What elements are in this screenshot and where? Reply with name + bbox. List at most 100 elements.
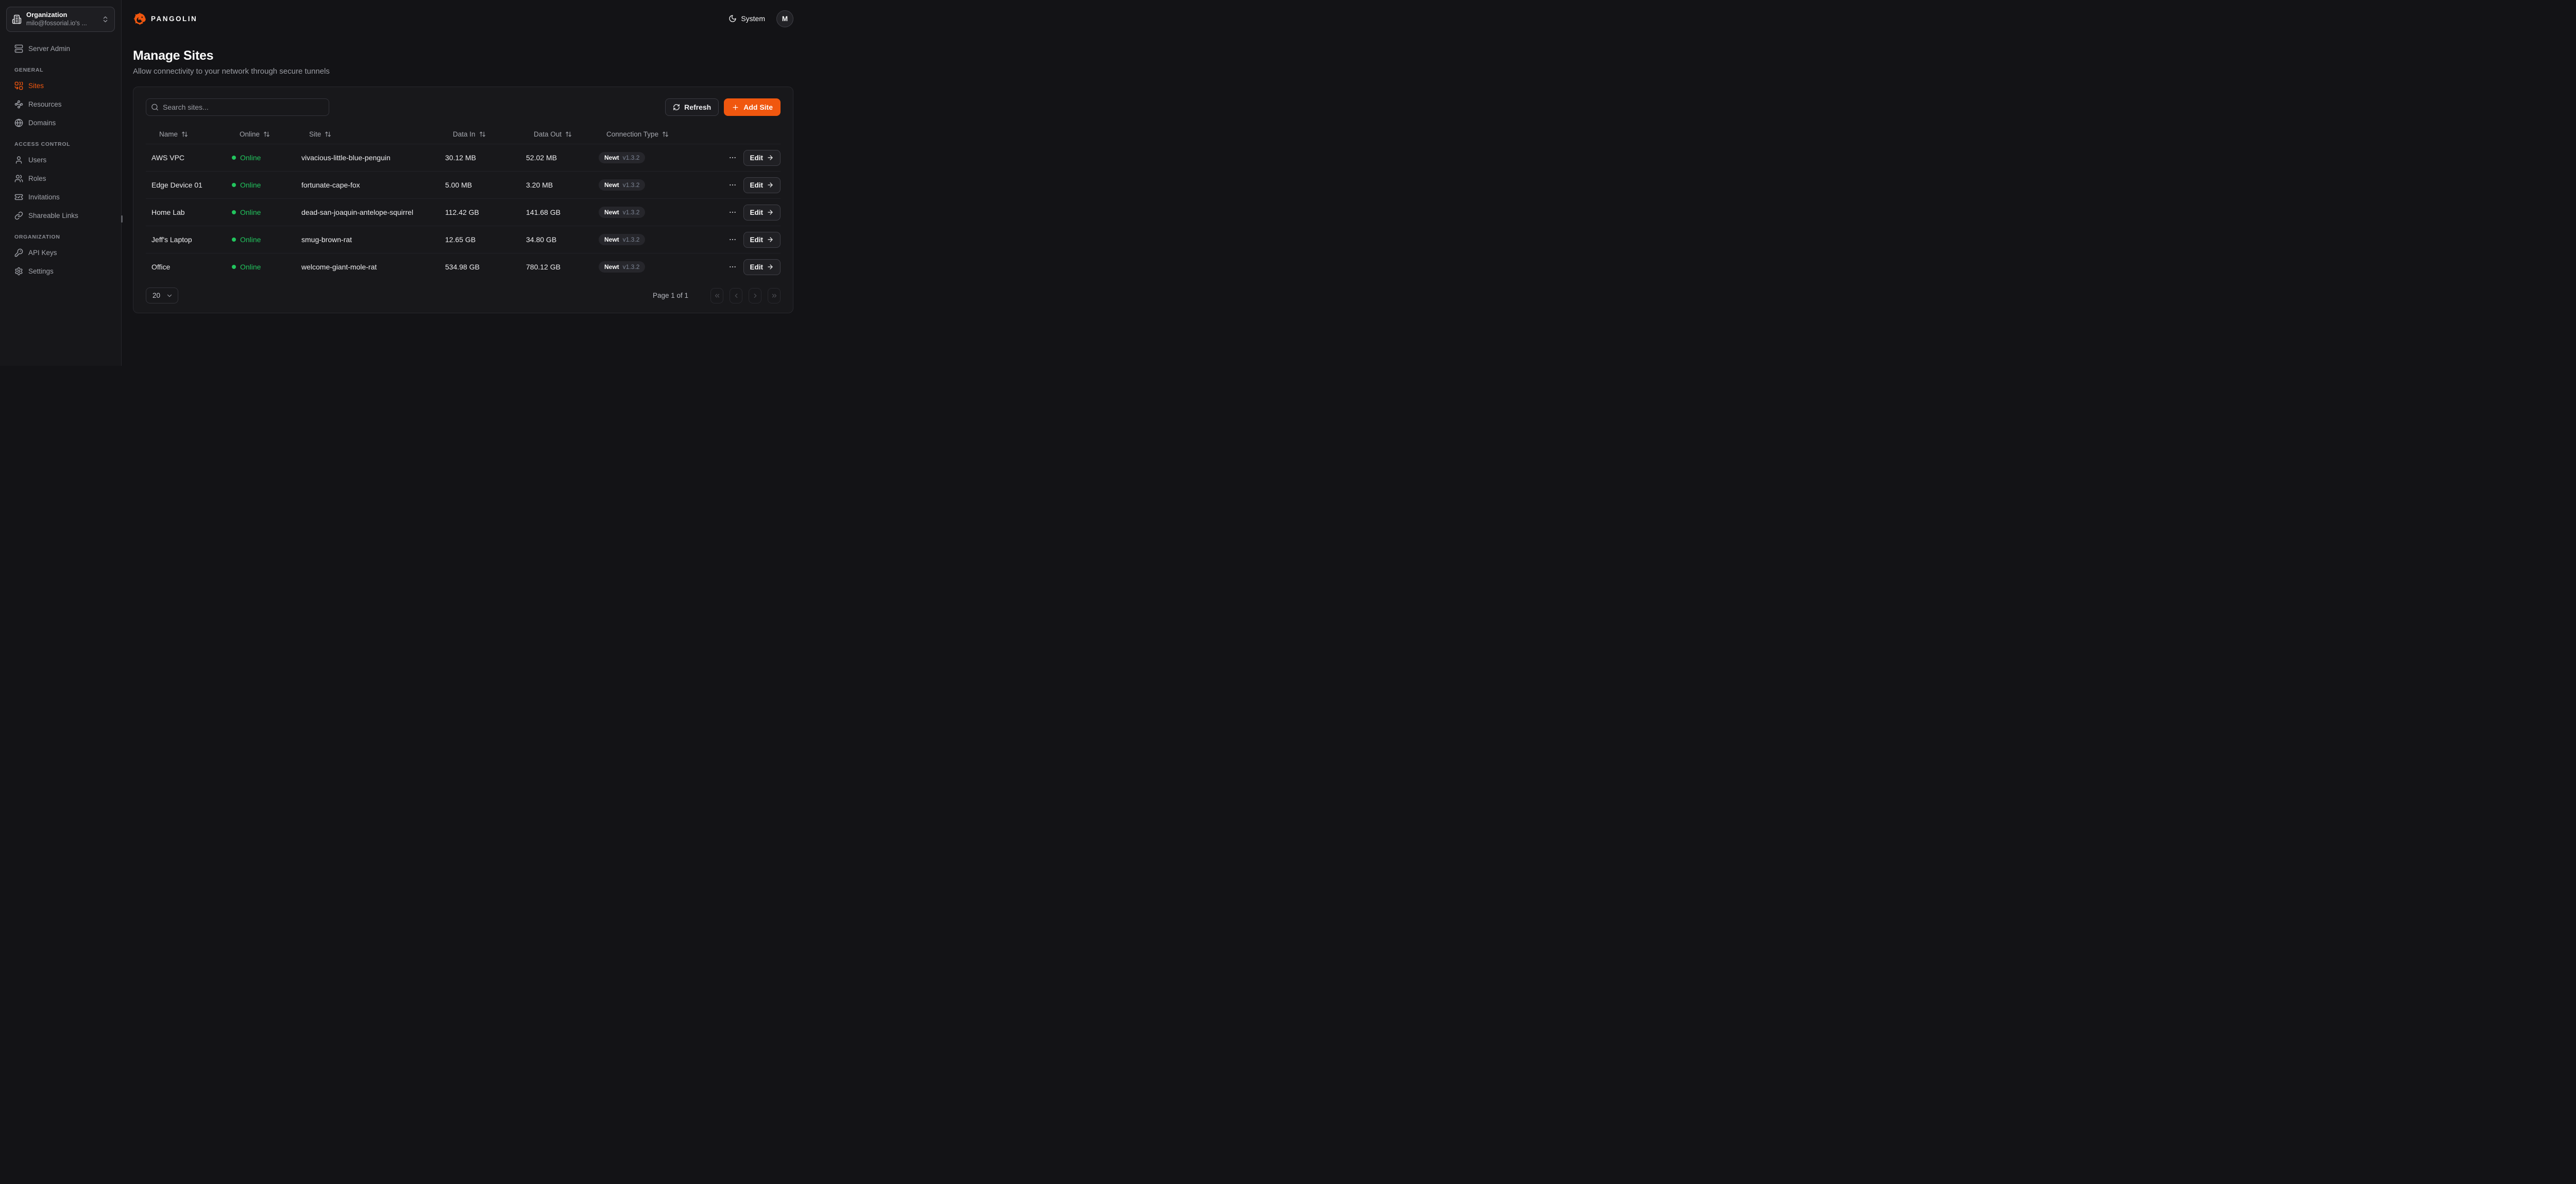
row-menu-button[interactable] bbox=[728, 235, 737, 244]
last-page-button[interactable] bbox=[768, 288, 781, 303]
moon-icon bbox=[728, 14, 737, 23]
connection-type-badge: Newt v1.3.2 bbox=[599, 207, 645, 218]
connection-type-name: Newt bbox=[604, 236, 619, 243]
main-area: PANGOLIN System M Manage Sites Allow con… bbox=[122, 0, 808, 366]
refresh-button[interactable]: Refresh bbox=[665, 98, 719, 116]
row-menu-button[interactable] bbox=[728, 263, 737, 271]
topbar-right: System M bbox=[728, 10, 793, 27]
sidebar-item-shareable-links[interactable]: Shareable Links bbox=[6, 208, 115, 223]
column-header-data-in[interactable]: Data In bbox=[439, 130, 520, 138]
column-header-site[interactable]: Site bbox=[296, 130, 439, 138]
edit-button[interactable]: Edit bbox=[743, 150, 781, 166]
table-row: AWS VPC Online vivacious-little-blue-pen… bbox=[146, 144, 781, 171]
connection-type-version: v1.3.2 bbox=[623, 181, 640, 189]
connection-type-badge: Newt v1.3.2 bbox=[599, 234, 645, 245]
sidebar-item-domains[interactable]: Domains bbox=[6, 115, 115, 130]
edit-button[interactable]: Edit bbox=[743, 205, 781, 221]
cell-connection-type: Newt v1.3.2 bbox=[593, 234, 722, 245]
row-menu-button[interactable] bbox=[728, 181, 737, 189]
connection-type-badge: Newt v1.3.2 bbox=[599, 179, 645, 191]
chevron-left-icon bbox=[733, 292, 740, 299]
status-label: Online bbox=[240, 208, 261, 216]
sidebar-item-sites[interactable]: Sites bbox=[6, 78, 115, 93]
first-page-button[interactable] bbox=[710, 288, 723, 303]
next-page-button[interactable] bbox=[749, 288, 761, 303]
ellipsis-icon bbox=[728, 181, 737, 189]
online-dot-icon bbox=[232, 210, 236, 214]
edit-button[interactable]: Edit bbox=[743, 177, 781, 193]
cell-actions: Edit bbox=[722, 205, 782, 221]
app-window: Organization milo@fossorial.io's ... Ser… bbox=[0, 0, 808, 366]
org-selector[interactable]: Organization milo@fossorial.io's ... bbox=[6, 7, 115, 32]
search-icon bbox=[151, 104, 159, 111]
sidebar-item-label: Settings bbox=[28, 267, 54, 275]
toolbar-actions: Refresh Add Site bbox=[665, 98, 781, 116]
edit-button-label: Edit bbox=[750, 263, 764, 271]
connection-type-name: Newt bbox=[604, 181, 619, 189]
search-input[interactable] bbox=[146, 98, 329, 116]
status-label: Online bbox=[240, 235, 261, 244]
sidebar-item-settings[interactable]: Settings bbox=[6, 264, 115, 279]
column-header-name[interactable]: Name bbox=[146, 130, 226, 138]
edit-button-label: Edit bbox=[750, 154, 764, 162]
sidebar-item-invitations[interactable]: Invitations bbox=[6, 190, 115, 205]
search-wrap bbox=[146, 98, 329, 116]
column-header-connection-type[interactable]: Connection Type bbox=[593, 130, 722, 138]
table-row: Jeff's Laptop Online smug-brown-rat 12.6… bbox=[146, 226, 781, 253]
sidebar-item-roles[interactable]: Roles bbox=[6, 171, 115, 186]
edit-button-label: Edit bbox=[750, 209, 764, 216]
sidebar-item-label: Invitations bbox=[28, 193, 60, 201]
building-icon bbox=[12, 14, 22, 24]
theme-toggle[interactable]: System bbox=[728, 14, 765, 23]
sidebar-item-api-keys[interactable]: API Keys bbox=[6, 245, 115, 260]
page-size-select[interactable]: 20 bbox=[146, 287, 178, 303]
prev-page-button[interactable] bbox=[730, 288, 742, 303]
status-badge: Online bbox=[232, 235, 296, 244]
connection-type-name: Newt bbox=[604, 209, 619, 216]
sidebar-section-access-control: ACCESS CONTROL bbox=[14, 141, 115, 147]
plus-icon bbox=[732, 104, 739, 111]
page-label: Page 1 of 1 bbox=[653, 292, 688, 299]
column-header-data-out[interactable]: Data Out bbox=[520, 130, 593, 138]
sidebar-item-server-admin[interactable]: Server Admin bbox=[6, 41, 115, 56]
sidebar-section-organization: ORGANIZATION bbox=[14, 234, 115, 240]
theme-toggle-label: System bbox=[741, 14, 765, 23]
column-label: Connection Type bbox=[606, 130, 658, 138]
sidebar-scrollbar-thumb[interactable] bbox=[121, 215, 123, 223]
edit-button[interactable]: Edit bbox=[743, 232, 781, 248]
sidebar-item-resources[interactable]: Resources bbox=[6, 97, 115, 112]
sidebar-item-label: Domains bbox=[28, 119, 56, 127]
sites-card: Refresh Add Site Name bbox=[133, 87, 793, 313]
key-icon bbox=[14, 248, 23, 257]
sidebar: Organization milo@fossorial.io's ... Ser… bbox=[0, 0, 122, 366]
cell-actions: Edit bbox=[722, 150, 782, 166]
cell-actions: Edit bbox=[722, 259, 782, 275]
column-label: Data In bbox=[453, 130, 476, 138]
cell-name: AWS VPC bbox=[146, 154, 226, 162]
cell-data-out: 780.12 GB bbox=[520, 263, 593, 271]
status-badge: Online bbox=[232, 263, 296, 271]
add-site-button[interactable]: Add Site bbox=[724, 98, 781, 116]
edit-button-label: Edit bbox=[750, 181, 764, 189]
pager: Page 1 of 1 bbox=[653, 288, 781, 303]
column-label: Name bbox=[159, 130, 178, 138]
arrow-right-icon bbox=[767, 154, 774, 161]
brand-logo[interactable]: PANGOLIN bbox=[133, 12, 197, 26]
table-header-row: Name Online Site Data In bbox=[146, 124, 781, 144]
avatar[interactable]: M bbox=[776, 10, 793, 27]
edit-button[interactable]: Edit bbox=[743, 259, 781, 275]
cell-name: Office bbox=[146, 263, 226, 271]
combine-icon bbox=[14, 81, 23, 90]
brand-name: PANGOLIN bbox=[151, 15, 197, 23]
ellipsis-icon bbox=[728, 263, 737, 271]
online-dot-icon bbox=[232, 265, 236, 269]
row-menu-button[interactable] bbox=[728, 208, 737, 216]
status-badge: Online bbox=[232, 208, 296, 216]
column-header-online[interactable]: Online bbox=[226, 130, 296, 138]
sort-icon bbox=[325, 131, 331, 138]
online-dot-icon bbox=[232, 183, 236, 187]
table-row: Office Online welcome-giant-mole-rat 534… bbox=[146, 253, 781, 280]
row-menu-button[interactable] bbox=[728, 154, 737, 162]
sidebar-item-users[interactable]: Users bbox=[6, 153, 115, 167]
cell-data-in: 534.98 GB bbox=[439, 263, 520, 271]
